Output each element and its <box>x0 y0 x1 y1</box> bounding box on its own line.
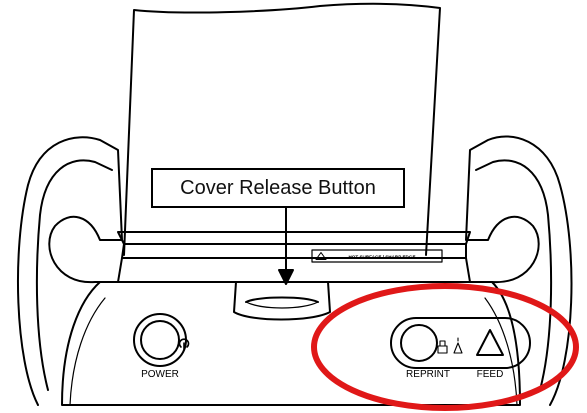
feed-button[interactable] <box>476 329 504 356</box>
top-cover-band <box>117 231 471 283</box>
highlight-circle <box>311 283 579 411</box>
warning-label: HOT SURFACE / SHARP EDGE <box>348 255 415 260</box>
left-side-arm <box>16 136 123 406</box>
feed-label: FEED <box>477 369 504 380</box>
feed-icon <box>453 337 463 354</box>
callout-arrow <box>278 207 294 285</box>
printer-body <box>61 281 521 406</box>
power-icon <box>178 338 190 350</box>
reprint-icon <box>437 340 448 354</box>
power-button[interactable] <box>133 313 190 367</box>
paper-sheet <box>123 2 441 256</box>
callout-label: Cover Release Button <box>180 176 376 199</box>
cover-release-latch[interactable] <box>233 281 331 321</box>
reprint-label: REPRINT <box>406 369 450 380</box>
power-label: POWER <box>141 369 179 380</box>
body-rim-line <box>69 297 106 406</box>
cover-release-callout: Cover Release Button <box>151 168 405 208</box>
reprint-button[interactable] <box>400 324 438 362</box>
